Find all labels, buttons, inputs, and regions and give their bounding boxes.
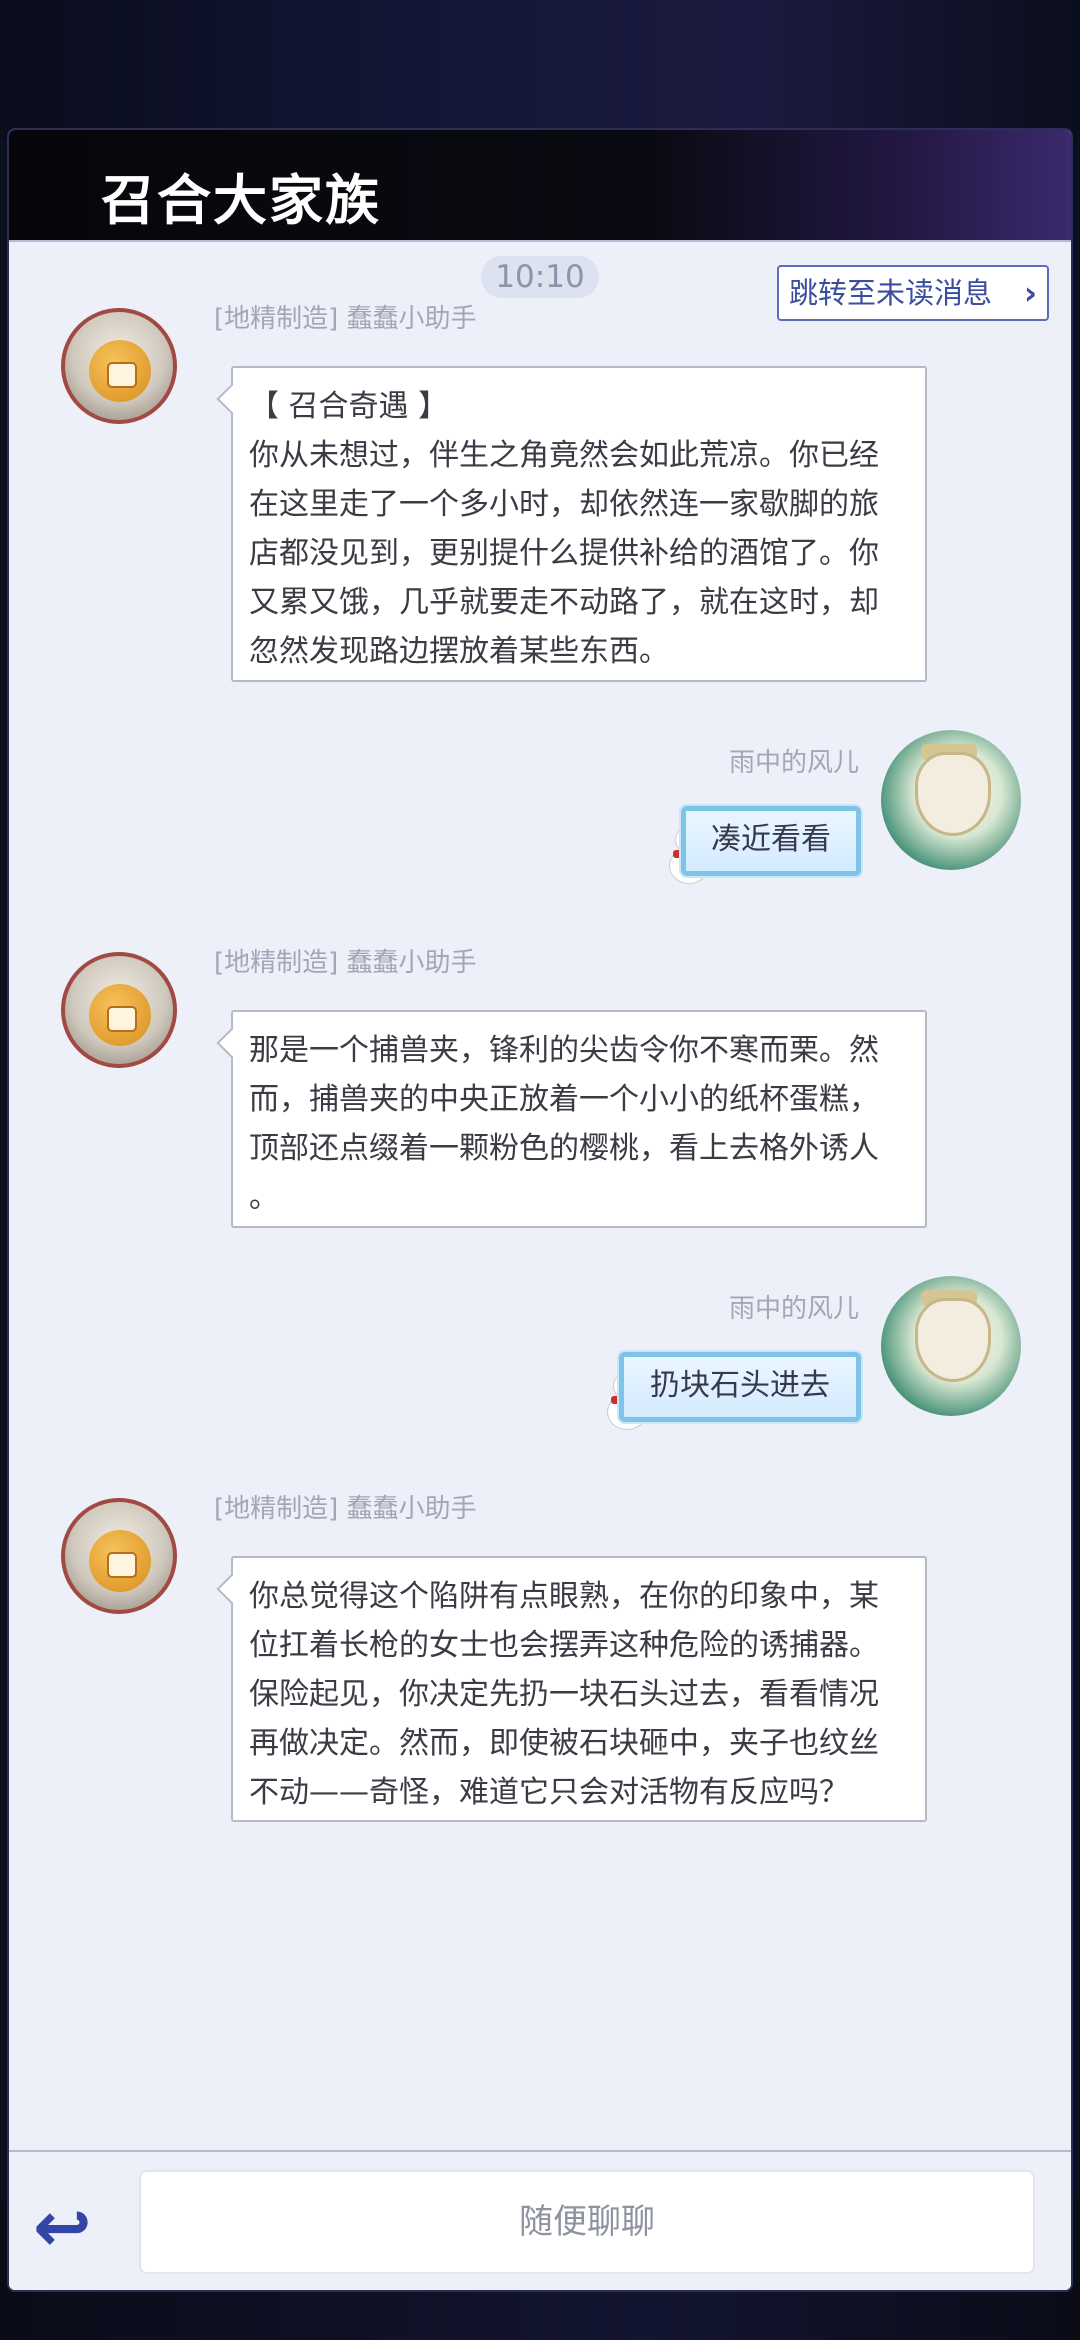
bot-message-bubble: 【 召合奇遇 】 你从未想过，伴生之角竟然会如此荒凉。你已经 在这里走了一个多小… [231,366,927,682]
message-line: 店都没见到，更别提什么提供补给的酒馆了。你 [249,536,879,571]
page-title: 召合大家族 [101,168,381,232]
message-line: 那是一个捕兽夹，锋利的尖齿令你不寒而栗。然 [249,1033,879,1068]
chat-input[interactable]: 随便聊聊 [139,2170,1035,2274]
bot-message-bubble: 你总觉得这个陷阱有点眼熟，在你的印象中，某 位扛着长枪的女士也会摆弄这种危险的诱… [231,1556,927,1822]
message-timestamp: 10:10 [481,256,599,298]
sender-name: [地精制造] 蠢蠢小助手 [214,1494,477,1524]
chat-panel: 召合大家族 10:10 跳转至未读消息 › [地精制造] 蠢蠢小助手 【 召合奇… [9,130,1071,2290]
sender-name: 雨中的风儿 [729,1294,860,1324]
user-message-bubble: 凑近看看 [681,806,861,876]
chat-header: 召合大家族 [9,130,1071,242]
message-line: 再做决定。然而，即使被石块砸中，夹子也纹丝 [249,1726,879,1761]
chat-footer: ↩ 随便聊聊 [9,2152,1071,2290]
message-line: 【 召合奇遇 】 [249,389,449,424]
jump-to-unread-label: 跳转至未读消息 [789,276,993,310]
bot-message-bubble: 那是一个捕兽夹，锋利的尖齿令你不寒而栗。然 而，捕兽夹的中央正放着一个小小的纸杯… [231,1010,927,1228]
sender-name: [地精制造] 蠢蠢小助手 [214,948,477,978]
back-arrow-icon[interactable]: ↩ [33,2192,113,2262]
message-line: 不动——奇怪，难道它只会对活物有反应吗？ [249,1775,849,1810]
message-line: 顶部还点缀着一颗粉色的樱桃，看上去格外诱人 [249,1131,879,1166]
sender-name: [地精制造] 蠢蠢小助手 [214,304,477,334]
bot-avatar[interactable] [61,308,177,424]
message-line: 保险起见，你决定先扔一块石头过去，看看情况 [249,1677,879,1712]
message-line: 。 [249,1180,279,1215]
user-avatar[interactable] [881,730,1021,870]
user-avatar[interactable] [881,1276,1021,1416]
message-line: 而，捕兽夹的中央正放着一个小小的纸杯蛋糕， [249,1082,879,1117]
message-line: 在这里走了一个多小时，却依然连一家歇脚的旅 [249,487,879,522]
jump-to-unread-button[interactable]: 跳转至未读消息 › [777,265,1049,321]
user-message-bubble: 扔块石头进去 [619,1352,861,1422]
message-line: 忽然发现路边摆放着某些东西。 [249,634,669,669]
chevron-right-icon: › [1023,274,1037,312]
bot-avatar[interactable] [61,952,177,1068]
message-line: 位扛着长枪的女士也会摆弄这种危险的诱捕器。 [249,1628,879,1663]
background-top [0,0,1080,140]
message-line: 又累又饿，几乎就要走不动路了，就在这时，却 [249,585,879,620]
message-line: 你总觉得这个陷阱有点眼熟，在你的印象中，某 [249,1579,879,1614]
message-line: 你从未想过，伴生之角竟然会如此荒凉。你已经 [249,438,879,473]
bot-avatar[interactable] [61,1498,177,1614]
sender-name: 雨中的风儿 [729,748,860,778]
